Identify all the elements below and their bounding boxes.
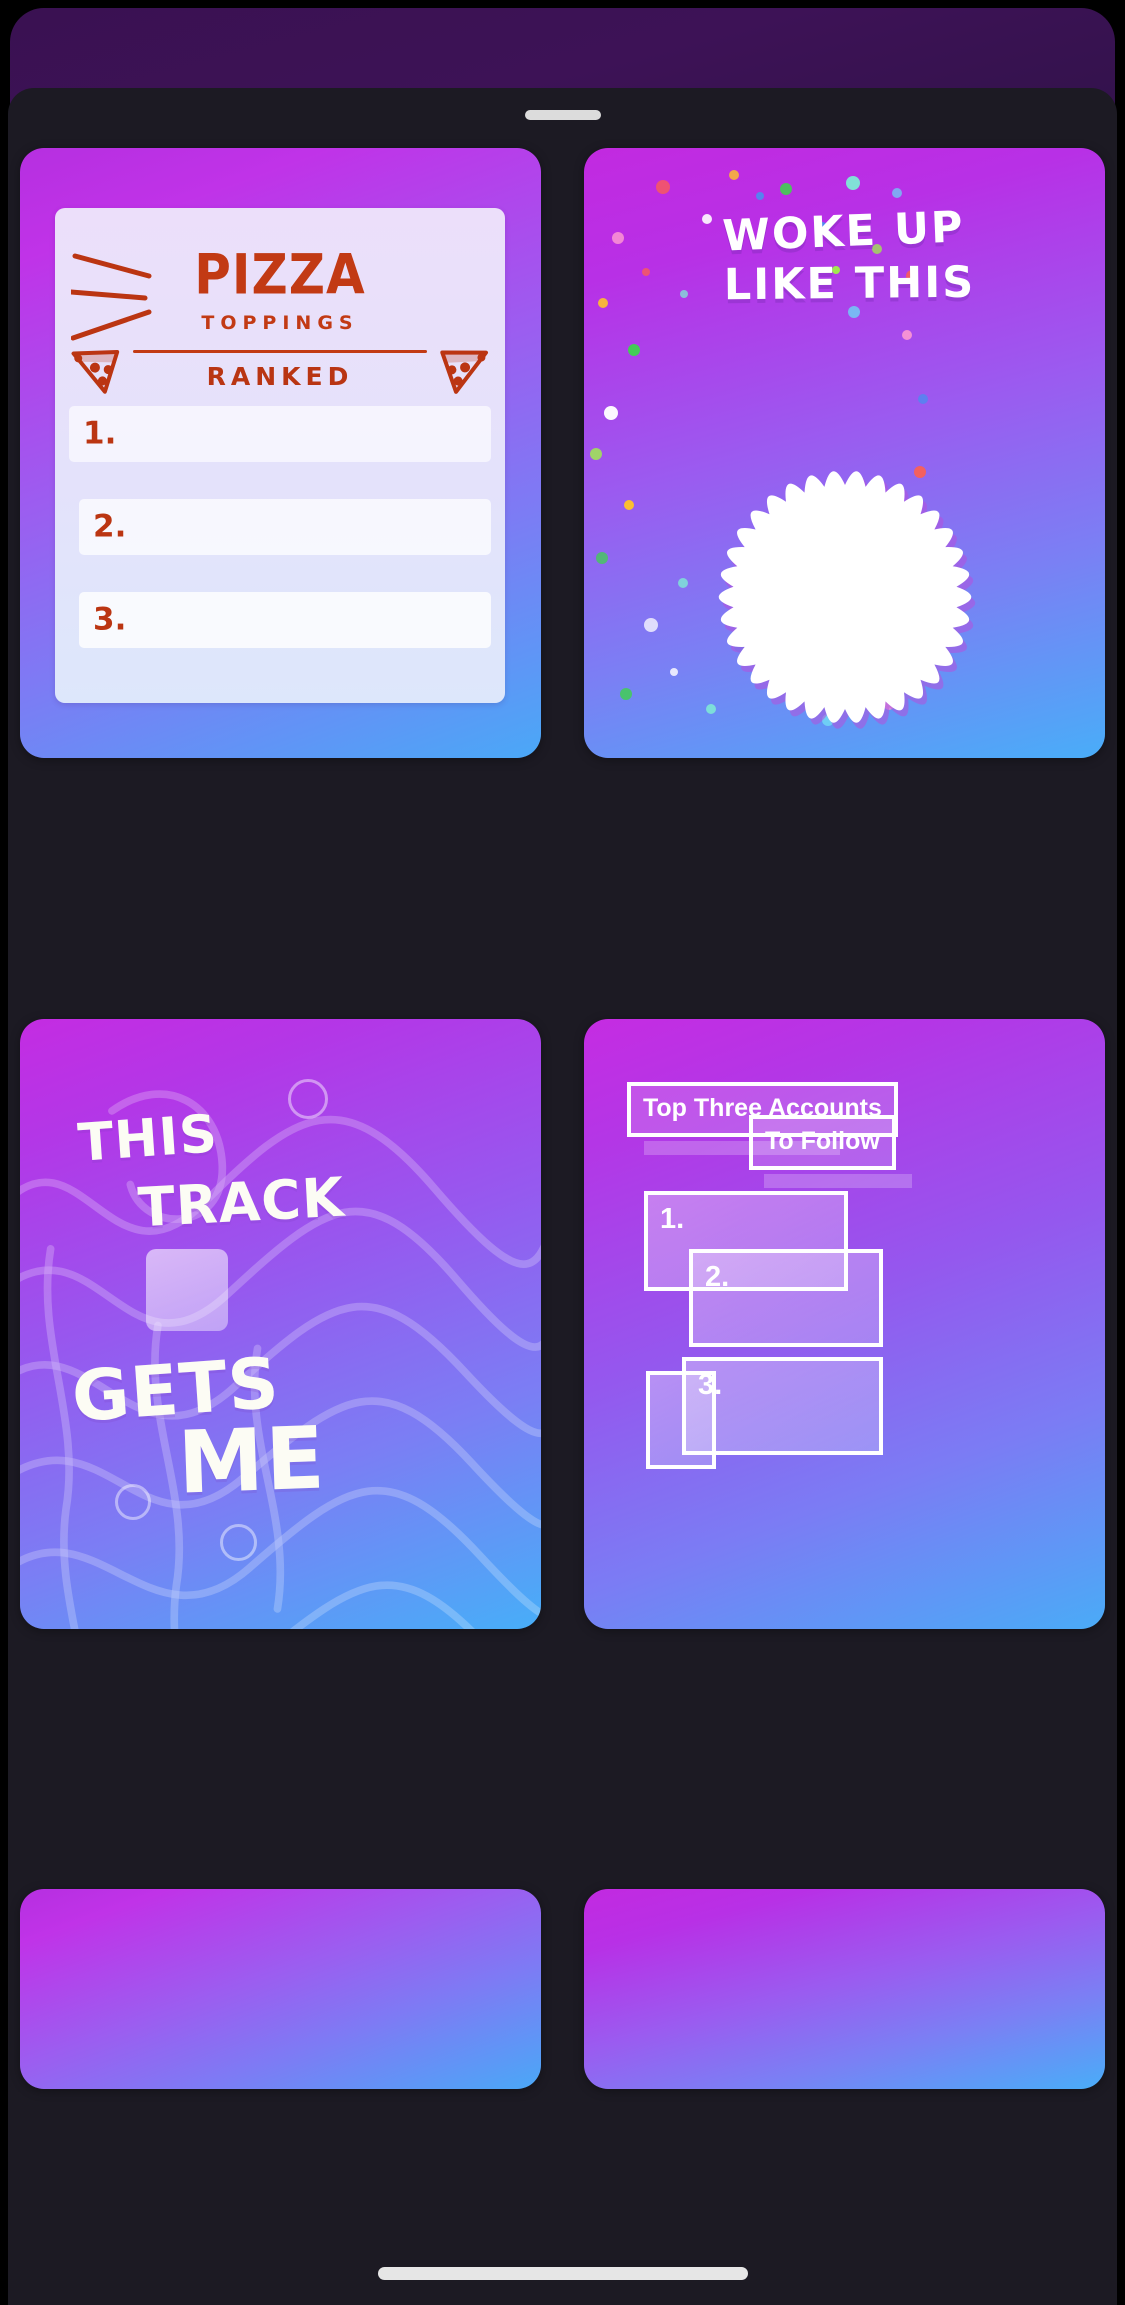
- pizza-header: PIZZA TOPPINGS RANKED: [55, 226, 505, 401]
- template-card-partial-right[interactable]: [584, 1889, 1105, 2090]
- sheet-grabber-handle[interactable]: [524, 110, 601, 120]
- list-item[interactable]: 3.: [79, 592, 491, 648]
- list-item[interactable]: 2.: [79, 499, 491, 555]
- rank-number: 1.: [660, 1202, 685, 1235]
- confetti-dot: [644, 618, 658, 632]
- confetti-dot: [656, 180, 670, 194]
- confetti-dot: [729, 170, 739, 180]
- confetti-dot: [620, 688, 632, 700]
- woke-up-headline: WOKE UP LIKE THIS: [584, 196, 1105, 321]
- pizza-ranked-list: 1. 2. 3.: [69, 406, 491, 685]
- track-line-4: ME: [176, 1408, 329, 1514]
- divider-rule: [133, 350, 427, 353]
- confetti-dot: [670, 668, 678, 676]
- album-art-placeholder[interactable]: [146, 1248, 228, 1331]
- confetti-dot: [678, 578, 688, 588]
- template-card-partial-left[interactable]: [20, 1889, 541, 2090]
- confetti-dot: [918, 394, 928, 404]
- confetti-dot: [604, 406, 618, 420]
- template-card-pizza-toppings[interactable]: PIZZA TOPPINGS RANKED 1. 2. 3.: [20, 148, 541, 758]
- confetti-dot: [892, 188, 902, 198]
- heading-shadow: [764, 1173, 912, 1188]
- track-line-1: THIS: [76, 1103, 220, 1174]
- template-card-woke-up-like-this[interactable]: WOKE UP LIKE THIS: [584, 148, 1105, 758]
- home-indicator: [377, 2267, 748, 2280]
- rank-number: 3.: [698, 1368, 723, 1401]
- rank-number: 2.: [705, 1260, 730, 1293]
- confetti-dot: [756, 192, 764, 200]
- confetti-dot: [624, 500, 634, 510]
- confetti-dot: [590, 448, 602, 460]
- confetti-dot: [902, 330, 912, 340]
- woke-line-1: WOKE UP: [721, 202, 966, 262]
- pizza-slice-icon: [440, 350, 488, 394]
- template-grid: PIZZA TOPPINGS RANKED 1. 2. 3. WOKE UP L…: [20, 148, 1105, 2305]
- template-card-top-three-accounts[interactable]: Top Three Accounts To Follow 1. 2. 3.: [584, 1018, 1105, 1629]
- confetti-dot: [780, 183, 792, 195]
- rank-number: 2.: [93, 508, 127, 545]
- woke-line-2: LIKE THIS: [723, 258, 976, 311]
- track-line-2: TRACK: [136, 1165, 347, 1240]
- list-item[interactable]: 1.: [69, 406, 491, 462]
- story-template-sheet: PIZZA TOPPINGS RANKED 1. 2. 3. WOKE UP L…: [8, 88, 1117, 2305]
- squiggle-pattern: [20, 1089, 541, 1629]
- heading-box-to-follow[interactable]: To Follow: [749, 1114, 896, 1170]
- decor-ring: [220, 1523, 257, 1561]
- confetti-dot: [596, 552, 608, 564]
- pizza-slice-icon: [71, 349, 120, 394]
- account-slot[interactable]: 3.: [682, 1356, 883, 1455]
- rank-number: 3.: [93, 601, 127, 638]
- decor-ring: [288, 1078, 328, 1119]
- decor-ring: [115, 1483, 151, 1520]
- pizza-subtitle: TOPPINGS: [201, 312, 359, 334]
- app-backdrop: PIZZA TOPPINGS RANKED 1. 2. 3. WOKE UP L…: [0, 0, 1125, 2305]
- pizza-title: PIZZA: [194, 243, 366, 307]
- pizza-paper: PIZZA TOPPINGS RANKED 1. 2. 3.: [55, 208, 505, 703]
- rank-number: 1.: [83, 415, 117, 452]
- template-card-this-track-gets-me[interactable]: THIS TRACK GETS ME: [20, 1018, 541, 1629]
- confetti-dot: [846, 176, 860, 190]
- account-slot[interactable]: 2.: [689, 1248, 883, 1347]
- starburst-photo-frame[interactable]: [695, 456, 995, 739]
- confetti-dot: [628, 344, 640, 356]
